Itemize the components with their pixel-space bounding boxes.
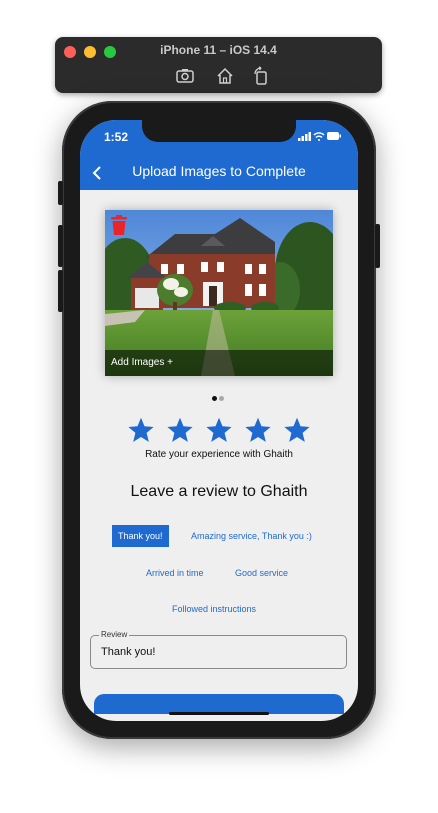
simulator-title: iPhone 11 – iOS 14.4 [160, 43, 277, 57]
rating-prompt: Rate your experience with Ghaith [145, 449, 293, 460]
wifi-icon [313, 132, 325, 141]
page-title: Upload Images to Complete [132, 163, 306, 179]
trash-icon[interactable] [109, 214, 129, 236]
add-images-button[interactable]: Add Images + [105, 350, 333, 376]
chip-arrived-in-time[interactable]: Arrived in time [140, 562, 210, 584]
review-field-label: Review [99, 630, 130, 639]
status-icons [298, 130, 342, 142]
rotate-icon[interactable] [251, 66, 271, 86]
notch [142, 120, 296, 142]
battery-icon [327, 132, 341, 140]
app-stage: iPhone 11 – iOS 14.4 1:52 Upload Images … [0, 0, 438, 813]
submit-button[interactable] [94, 694, 344, 714]
review-heading: Leave a review to Ghaith [130, 483, 308, 500]
power-button [375, 224, 380, 268]
star-icon-3[interactable] [205, 416, 233, 444]
star-icon-1[interactable] [127, 416, 155, 444]
chip-amazing-service[interactable]: Amazing service, Thank you :) [185, 525, 318, 547]
page-dot [219, 396, 224, 401]
page-dot-active [212, 396, 217, 401]
mute-switch [58, 181, 63, 205]
chip-followed-instructions[interactable]: Followed instructions [166, 598, 262, 620]
star-icon-4[interactable] [244, 416, 272, 444]
rating-stars [127, 416, 311, 444]
image-carousel[interactable]: Add Images + [105, 210, 333, 376]
signal-icon [298, 132, 311, 141]
volume-down-button [58, 270, 63, 312]
phone-screen: 1:52 Upload Images to Complete Add Image… [80, 120, 358, 721]
star-icon-5[interactable] [283, 416, 311, 444]
chip-thank-you[interactable]: Thank you! [112, 525, 169, 547]
chip-good-service[interactable]: Good service [229, 562, 294, 584]
simulator-toolbar: iPhone 11 – iOS 14.4 [55, 37, 382, 93]
status-time: 1:52 [104, 130, 129, 144]
carousel-page-indicator [212, 388, 226, 401]
volume-up-button [58, 225, 63, 267]
star-icon-2[interactable] [166, 416, 194, 444]
screenshot-icon[interactable] [175, 66, 195, 86]
review-field-value[interactable]: Thank you! [101, 646, 155, 658]
home-indicator [169, 712, 269, 715]
chevron-left-icon[interactable] [88, 162, 108, 184]
home-icon[interactable] [215, 66, 235, 86]
review-field[interactable]: Review Thank you! [90, 630, 347, 669]
